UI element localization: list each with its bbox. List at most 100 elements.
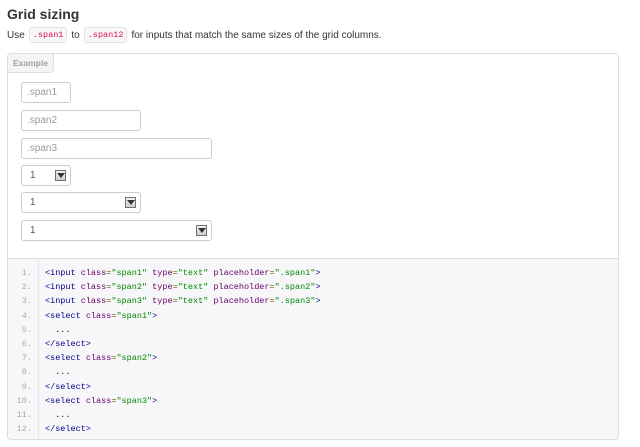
code-line-content: ... [45, 408, 71, 422]
code-line: 9. </select> [8, 380, 618, 394]
code-token: "span3" [116, 395, 153, 406]
code-token: <input [45, 268, 81, 278]
chevron-down-icon[interactable] [55, 170, 66, 181]
span2-input-placeholder: .span2 [27, 115, 58, 126]
code-token: placeholder [208, 296, 270, 307]
code-token: ... [45, 324, 71, 335]
code-token: "text" [177, 282, 209, 293]
code-token: <select [45, 395, 86, 406]
span1-select[interactable]: 1 [21, 165, 71, 186]
code-token: "text" [177, 268, 209, 278]
line-number: 9. [21, 381, 32, 392]
code-token: class [85, 353, 112, 364]
code-line: 1. <input class="span1" type="text" place… [8, 266, 618, 280]
inline-code-span1: .span1 [28, 27, 68, 43]
code-line-content: <select class="span2"> [45, 351, 157, 365]
line-number: 12. [16, 424, 32, 435]
code-token: ... [45, 367, 71, 378]
line-number: 8. [21, 367, 32, 378]
code-line: 12. </select> [8, 422, 618, 436]
code-token: placeholder [208, 268, 270, 278]
line-number: 2. [21, 282, 32, 293]
code-token: > [152, 395, 158, 406]
code-token: "span2" [111, 282, 148, 293]
span3-select-value: 1 [30, 225, 36, 236]
code-token: class [80, 268, 107, 278]
code-line-content: <input class="span2" type="text" placeho… [45, 280, 321, 294]
intro-text: Use .span1 to .span12 for inputs that ma… [7, 27, 382, 43]
intro-post: for inputs that match the same sizes of … [131, 29, 382, 41]
code-token: class [80, 282, 107, 293]
span3-input[interactable]: .span3 [21, 138, 212, 159]
code-line-content: </select> [45, 422, 91, 436]
span1-input[interactable]: .span1 [21, 82, 71, 103]
code-block: 1. <input class="span1" type="text" place… [7, 258, 619, 440]
code-token: type [147, 282, 173, 293]
code-token: > [152, 353, 158, 364]
code-line: 5. ... [8, 323, 618, 337]
code-line-content: ... [45, 365, 71, 379]
code-line: 7. <select class="span2"> [8, 351, 618, 365]
code-line-content: <input class="span1" type="text" placeho… [45, 266, 321, 280]
span2-select-value: 1 [30, 197, 36, 208]
span3-select[interactable]: 1 [21, 220, 212, 241]
line-number: 3. [21, 296, 32, 307]
line-number: 6. [21, 338, 32, 349]
intro-mid: to [71, 29, 80, 41]
code-line: 8. ... [8, 365, 618, 379]
page-title: Grid sizing [7, 6, 80, 22]
code-token: <select [45, 353, 86, 364]
span2-input[interactable]: .span2 [21, 110, 141, 131]
code-line-content: <select class="span1"> [45, 309, 157, 323]
code-line: 3. <input class="span3" type="text" place… [8, 294, 618, 308]
line-number: 5. [21, 324, 32, 335]
code-token: placeholder [208, 282, 270, 293]
line-number: 10. [16, 395, 32, 406]
inline-code-span12: .span12 [83, 27, 128, 43]
code-token: "span1" [116, 310, 153, 321]
code-token: "text" [177, 296, 209, 307]
code-line: 10. <select class="span3"> [8, 394, 618, 408]
code-token: </select> [45, 381, 91, 392]
code-token: type [147, 296, 173, 307]
code-token: class [85, 395, 112, 406]
line-number: 1. [21, 268, 32, 278]
code-line: 4. <select class="span1"> [8, 309, 618, 323]
code-token: </select> [45, 338, 91, 349]
code-token: > [152, 310, 158, 321]
example-tab-label: Example [7, 53, 54, 73]
code-token: type [147, 268, 173, 278]
code-token: class [80, 296, 107, 307]
line-number: 4. [21, 310, 32, 321]
code-line: 11. ... [8, 408, 618, 422]
code-token: ... [45, 409, 71, 420]
span1-input-placeholder: .span1 [27, 87, 58, 98]
code-token: "span3" [111, 296, 148, 307]
code-line-content: <input class="span3" type="text" placeho… [45, 294, 321, 308]
code-line: 6. </select> [8, 337, 618, 351]
line-number: 11. [16, 409, 32, 420]
chevron-down-icon[interactable] [196, 225, 207, 236]
code-token: class [85, 310, 112, 321]
span1-select-value: 1 [30, 170, 36, 181]
code-line-content: ... [45, 323, 71, 337]
code-token: <input [45, 296, 81, 307]
intro-pre: Use [7, 29, 25, 41]
code-token: <input [45, 282, 81, 293]
code-line-content: </select> [45, 380, 91, 394]
code-token: "span2" [116, 353, 153, 364]
chevron-down-icon[interactable] [125, 197, 136, 208]
code-token: > [315, 268, 321, 278]
code-token: </select> [45, 424, 91, 435]
code-token: > [315, 282, 321, 293]
span2-select[interactable]: 1 [21, 192, 141, 213]
code-line: 2. <input class="span2" type="text" place… [8, 280, 618, 294]
span3-input-placeholder: .span3 [27, 143, 58, 154]
code-token: "span1" [111, 268, 148, 278]
code-token: <select [45, 310, 86, 321]
line-number: 7. [21, 353, 32, 364]
code-token: ".span3" [274, 296, 316, 307]
code-token: ".span2" [274, 282, 316, 293]
example-panel: Example .span1 .span2 .span3 1 1 1 [7, 53, 619, 258]
code-line-content: <select class="span3"> [45, 394, 157, 408]
